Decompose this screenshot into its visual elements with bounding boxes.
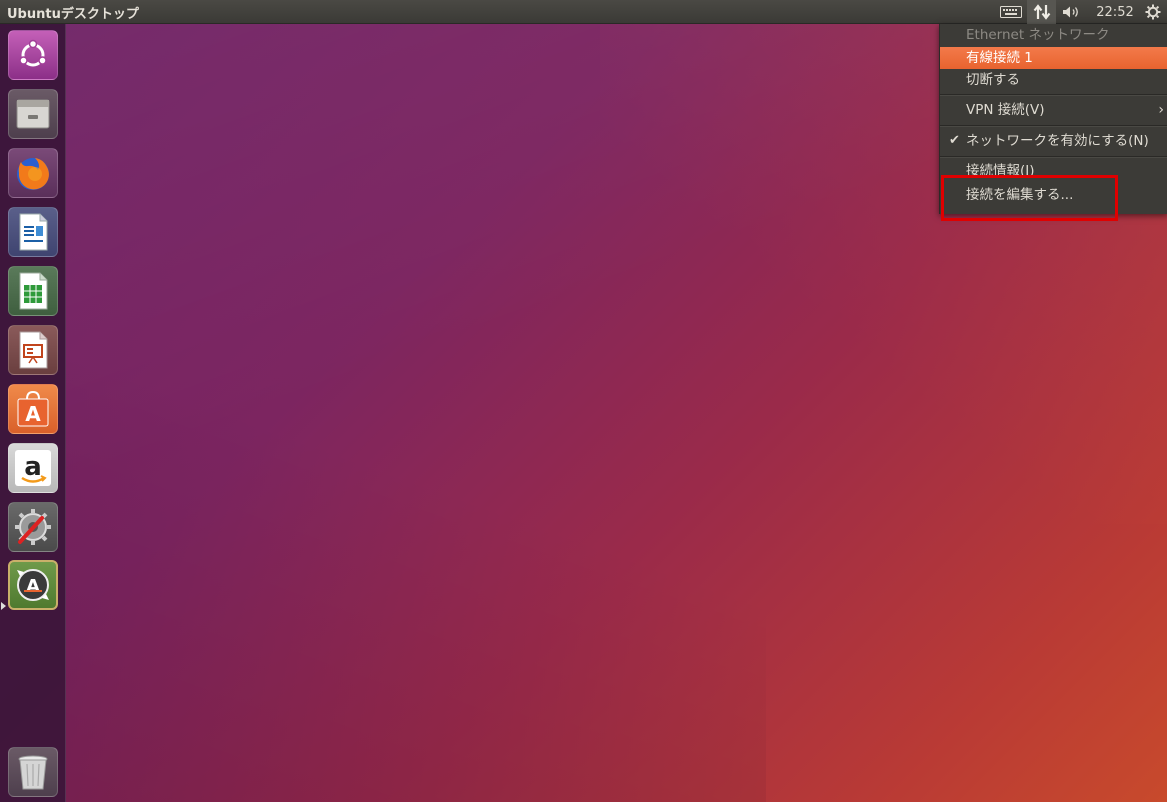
svg-text:a: a: [24, 452, 42, 482]
ubuntu-software-icon: A: [17, 390, 49, 427]
chevron-right-icon: ›: [1158, 102, 1164, 118]
menu-item-enable-networking[interactable]: ✔ ネットワークを有効にする(N): [940, 130, 1167, 152]
clock[interactable]: 22:52: [1092, 0, 1138, 24]
launcher-item-software[interactable]: A: [8, 384, 58, 434]
menu-item-edit-connections[interactable]: 接続を編集する...: [940, 184, 1167, 206]
menu-item-vpn[interactable]: VPN 接続(V) ›: [940, 99, 1167, 121]
svg-text:A: A: [26, 576, 40, 597]
menu-header-label: Ethernet ネットワーク: [966, 27, 1110, 43]
window-title: Ubuntuデスクトップ: [7, 7, 139, 22]
libreoffice-impress-icon: [19, 331, 48, 369]
wallpaper-facet: [66, 300, 766, 802]
network-arrows-icon: [1033, 4, 1050, 20]
clock-text: 22:52: [1096, 4, 1134, 20]
launcher-item-updater[interactable]: A: [8, 560, 58, 610]
launcher-item-settings[interactable]: [8, 502, 58, 552]
launcher-item-dash[interactable]: [8, 30, 58, 80]
launcher: A a A: [0, 24, 66, 802]
menu-item-label: 有線接続 1: [966, 50, 1033, 66]
libreoffice-calc-icon: [19, 272, 48, 310]
menu-item-connection-info[interactable]: 接続情報(I): [940, 160, 1167, 182]
software-updater-icon: A: [17, 569, 49, 601]
volume-indicator[interactable]: [1058, 0, 1086, 24]
launcher-item-amazon[interactable]: a: [8, 443, 58, 493]
trash-icon: [18, 755, 48, 790]
ubuntu-dash-icon: [19, 39, 47, 67]
menu-item-label: 接続を編集する...: [966, 187, 1074, 203]
menu-item-label: 切断する: [966, 72, 1020, 88]
menu-separator: [940, 94, 1167, 96]
gear-icon: [1145, 4, 1161, 20]
menu-item-label: VPN 接続(V): [966, 102, 1045, 118]
launcher-item-files[interactable]: [8, 89, 58, 139]
menu-separator: [940, 125, 1167, 127]
network-indicator[interactable]: [1027, 0, 1056, 24]
launcher-item-impress[interactable]: [8, 325, 58, 375]
session-menu[interactable]: [1141, 0, 1165, 24]
launcher-item-calc[interactable]: [8, 266, 58, 316]
menu-item-label: 接続情報(I): [966, 163, 1035, 179]
firefox-icon: [17, 158, 49, 190]
top-panel: Ubuntuデスクトップ 22:52: [0, 0, 1167, 24]
keyboard-indicator[interactable]: [996, 0, 1026, 24]
menu-item-label: ネットワークを有効にする(N): [966, 133, 1149, 149]
menu-item-wired-connection[interactable]: 有線接続 1: [940, 47, 1167, 69]
active-app-indicator: [1, 602, 6, 610]
menu-separator: [940, 156, 1167, 158]
libreoffice-writer-icon: [19, 213, 48, 251]
svg-text:A: A: [25, 402, 41, 426]
amazon-icon: a: [15, 450, 51, 486]
launcher-item-firefox[interactable]: [8, 148, 58, 198]
speaker-icon: [1063, 6, 1078, 18]
files-icon: [16, 99, 50, 129]
keyboard-icon: [1000, 6, 1022, 18]
launcher-item-writer[interactable]: [8, 207, 58, 257]
launcher-item-trash[interactable]: [8, 747, 58, 797]
system-settings-icon: [15, 509, 51, 545]
menu-item-disconnect[interactable]: 切断する: [940, 69, 1167, 91]
checkmark-icon: ✔: [949, 133, 960, 148]
network-menu: Ethernet ネットワーク 有線接続 1 切断する VPN 接続(V) › …: [939, 24, 1167, 214]
menu-header-ethernet: Ethernet ネットワーク: [940, 24, 1167, 46]
